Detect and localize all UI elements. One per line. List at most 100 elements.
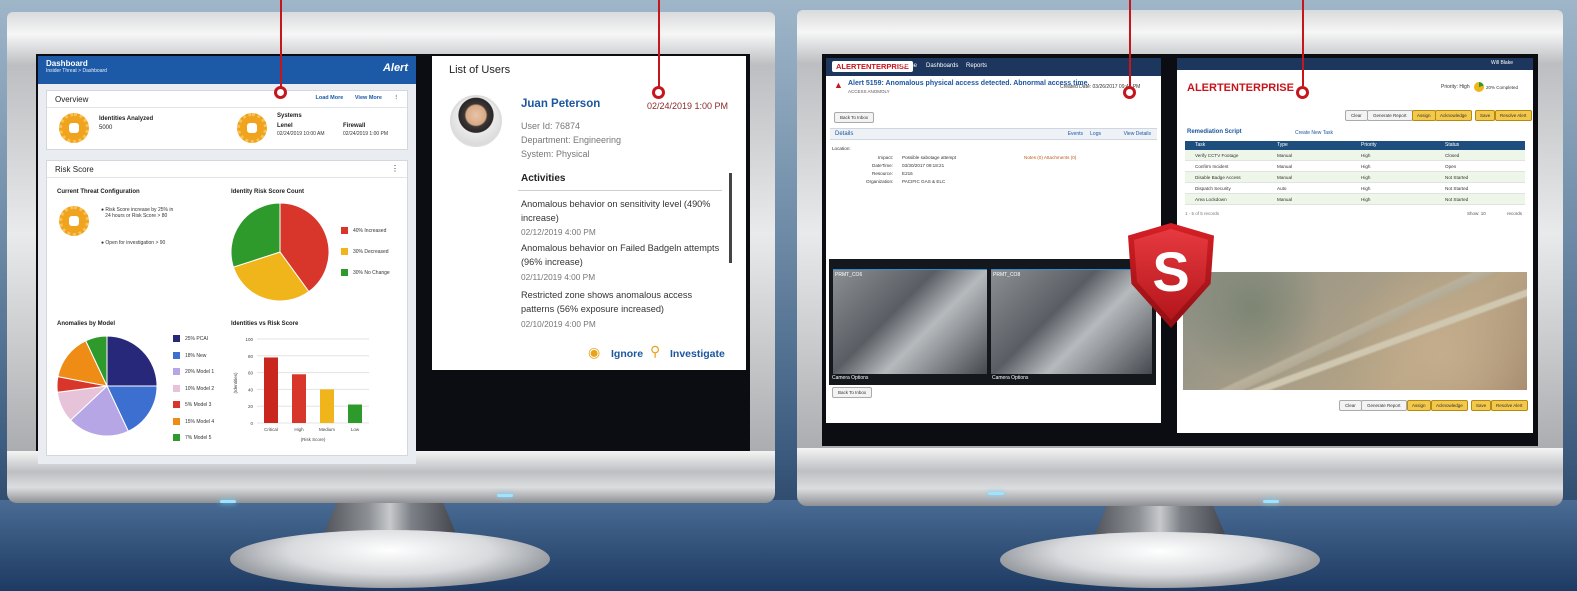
anomalies-slice-pcai[interactable] [106, 336, 158, 387]
anomalies-legend-swatch [173, 417, 180, 425]
risk-legend-swatch [341, 227, 348, 234]
show-select[interactable]: Show: 10 [1467, 211, 1486, 216]
task-table-header: Task Type Priority Status [1185, 141, 1525, 150]
bar-high[interactable] [292, 374, 306, 423]
view-more-link[interactable]: View More [355, 95, 382, 101]
nav-home[interactable]: Home [901, 63, 917, 69]
acknowledge-button[interactable]: Acknowledge [1435, 110, 1472, 121]
user-name-top[interactable]: Will Blake [1491, 60, 1513, 66]
anomalies-legend-swatch [173, 368, 180, 375]
dashboard-title: Dashboard [46, 59, 88, 68]
overview-card: Overview Load More View More ⋮ Identitie… [46, 90, 408, 150]
activities-scrollbar[interactable] [729, 173, 732, 263]
table-row[interactable]: Confirm Incident Manual High Open [1185, 161, 1525, 172]
nav-dashboards[interactable]: Dashboards [926, 63, 958, 69]
table-row[interactable]: Disable Badge Access Manual High Not Starte… [1185, 172, 1525, 183]
satellite-map[interactable] [1183, 272, 1527, 390]
generate-report-button-2[interactable]: Generate Report [1361, 400, 1407, 411]
activity-3[interactable]: Restricted zone shows anomalous access p… [521, 289, 721, 316]
progress-pie-icon [1474, 82, 1484, 92]
assign-button-2[interactable]: Assign [1407, 400, 1431, 411]
alert-logo: Alert [382, 62, 408, 74]
activity-2[interactable]: Anomalous behavior on Failed Badgeln att… [521, 242, 721, 269]
col-type[interactable]: Type [1277, 142, 1288, 148]
investigate-button[interactable]: Investigate [670, 348, 725, 360]
generate-report-button[interactable]: Generate Report [1367, 110, 1413, 121]
y-tick-label: 100 [245, 337, 253, 342]
create-task-link[interactable]: Create New Task [1295, 130, 1333, 136]
table-row[interactable]: Dispatch Security Auto High Not Started [1185, 183, 1525, 194]
impact-value: Possible sabotage attempt [902, 155, 957, 160]
activity-1-date: 02/12/2019 4:00 PM [521, 227, 596, 237]
user-id: User Id: 76874 [521, 121, 581, 131]
callout-dot-1 [274, 86, 287, 99]
load-more-link[interactable]: Load More [316, 95, 344, 101]
resolve-alert-button-2[interactable]: Resolve Alert [1491, 400, 1528, 411]
anomalies-legend-label: 20% Model 1 [185, 369, 215, 375]
kebab-menu-icon[interactable]: ⋮ [394, 95, 400, 101]
logs-link[interactable]: Logs [1090, 131, 1101, 137]
datetime-value: 03/30/2017 09:18:21 [902, 163, 945, 168]
user-date: 02/24/2019 1:00 PM [646, 101, 728, 111]
records-label: records [1507, 211, 1523, 216]
datetime-label: DateTime: [872, 163, 894, 168]
anomalies-legend-label: 18% New [185, 352, 207, 359]
save-button-2[interactable]: Save [1471, 400, 1492, 411]
acknowledge-button-2[interactable]: Acknowledge [1431, 400, 1468, 411]
user-system: System: Physical [521, 149, 590, 159]
save-button[interactable]: Save [1475, 110, 1496, 121]
details-header: Details Events Logs View Details [830, 128, 1157, 140]
task-type: Manual [1277, 175, 1293, 180]
resolve-alert-button[interactable]: Resolve Alert [1495, 110, 1532, 121]
task-type: Manual [1277, 197, 1293, 202]
bar-critical[interactable] [264, 357, 278, 423]
user-department: Department: Engineering [521, 135, 622, 145]
back-to-inbox-button[interactable]: Back To Inbox [834, 112, 875, 123]
x-tick-label: Critical [264, 427, 278, 432]
anomalies-legend-label: 15% Model 4 [185, 418, 215, 425]
task-status: Closed [1445, 153, 1460, 158]
avatar[interactable] [450, 95, 502, 147]
col-status[interactable]: Status [1445, 142, 1459, 148]
alert-topbar: ALERTENTERPRISE Home Dashboards Reports [826, 58, 1161, 76]
resource-label: Resource: [872, 171, 893, 176]
user-name[interactable]: Juan Peterson [521, 98, 600, 110]
view-details-link[interactable]: View Details [1124, 131, 1151, 137]
bar-medium[interactable] [320, 389, 334, 423]
risk-kebab-icon[interactable]: ⋮ [391, 164, 399, 173]
risk-legend-label: 40% Increased [353, 228, 387, 234]
clear-button[interactable]: Clear [1345, 110, 1368, 121]
camera-options-2[interactable]: Camera Options [992, 375, 1028, 381]
breadcrumb[interactable]: Insider Threat > Dashboard [46, 68, 408, 74]
callout-line-2 [658, 0, 660, 88]
back-to-inbox-button-2[interactable]: Back To Inbox [832, 387, 873, 398]
col-task[interactable]: Task [1195, 142, 1205, 148]
camera-options-1[interactable]: Camera Options [832, 375, 868, 381]
table-row[interactable]: Area Lockdown Manual High Not Started [1185, 194, 1525, 205]
task-status: Not Started [1445, 197, 1469, 202]
ignore-button[interactable]: Ignore [611, 348, 643, 360]
investigate-icon: ⚲ [650, 343, 661, 359]
bullet-2: ● Open for investigation > 90 [101, 240, 166, 246]
events-link[interactable]: Events [1068, 131, 1083, 137]
y-tick-label: 20 [248, 404, 254, 409]
table-row[interactable]: Verify CCTV Footage Manual High Closed [1185, 150, 1525, 161]
completed-label: 20% Completed [1486, 85, 1519, 90]
risk-score-header: Risk Score ⋮ [47, 161, 407, 178]
col-priority[interactable]: Priority [1361, 142, 1377, 148]
left-monitor-stand [230, 530, 550, 588]
bullet-1b-text: 24 hours or Risk Score > 80 [105, 213, 168, 219]
nav-reports[interactable]: Reports [966, 63, 987, 69]
camera-feed-1[interactable]: PRMT_CO6 [833, 269, 987, 374]
risk-legend-swatch [341, 269, 348, 276]
anomalies-legend-label: 10% Model 2 [185, 385, 215, 392]
clear-button-2[interactable]: Clear [1339, 400, 1362, 411]
bar-low[interactable] [348, 404, 362, 423]
activity-1[interactable]: Anomalous behavior on sensitivity level … [521, 198, 721, 225]
warning-icon: ▲ [834, 80, 843, 90]
notes-link[interactable]: Notes (0) Attachments (0) [1024, 155, 1076, 160]
camera-feed-2[interactable]: PRMT_CO8 [991, 269, 1152, 374]
identities-icon [59, 113, 89, 143]
systems-label: Systems [277, 113, 302, 119]
assign-button[interactable]: Assign [1412, 110, 1436, 121]
